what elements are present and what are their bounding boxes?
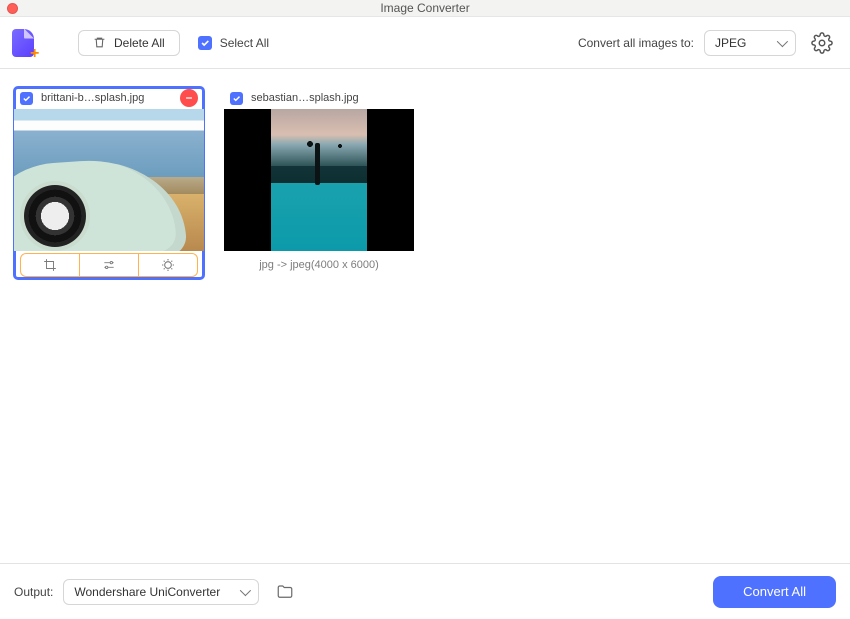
folder-icon xyxy=(276,583,294,601)
gear-icon xyxy=(811,32,833,54)
format-selected-value: JPEG xyxy=(715,36,746,50)
settings-button[interactable] xyxy=(808,29,836,57)
output-destination-select[interactable]: Wondershare UniConverter xyxy=(63,579,259,605)
open-output-folder-button[interactable] xyxy=(273,580,297,604)
crop-icon xyxy=(43,258,57,272)
convert-all-label: Convert All xyxy=(743,584,806,599)
magic-icon xyxy=(160,257,176,273)
remove-card-button[interactable] xyxy=(180,89,198,107)
format-select[interactable]: JPEG xyxy=(704,30,796,56)
convert-to-label: Convert all images to: xyxy=(578,36,694,50)
titlebar: Image Converter xyxy=(0,0,850,17)
add-file-button[interactable]: + xyxy=(12,29,40,57)
output-label: Output: xyxy=(14,585,53,599)
card-filename: sebastian…splash.jpg xyxy=(251,92,408,104)
image-grid: brittani-b…splash.jpg xyxy=(0,69,850,563)
bottombar: Output: Wondershare UniConverter Convert… xyxy=(0,563,850,619)
chevron-down-icon xyxy=(777,35,788,46)
output-destination-value: Wondershare UniConverter xyxy=(74,585,220,599)
close-window-icon[interactable] xyxy=(7,3,18,14)
sliders-icon xyxy=(102,258,116,272)
crop-button[interactable] xyxy=(21,254,80,276)
card-header: sebastian…splash.jpg xyxy=(224,87,414,109)
adjust-button[interactable] xyxy=(80,254,139,276)
window-title: Image Converter xyxy=(380,1,469,15)
delete-all-button[interactable]: Delete All xyxy=(78,30,180,56)
card-checkbox[interactable] xyxy=(230,92,243,105)
card-checkbox[interactable] xyxy=(20,92,33,105)
trash-icon xyxy=(93,36,106,49)
checkbox-checked-icon xyxy=(198,36,212,50)
card-filename: brittani-b…splash.jpg xyxy=(41,92,172,104)
delete-all-label: Delete All xyxy=(114,36,165,50)
card-thumbnail xyxy=(224,109,414,251)
card-actions xyxy=(20,253,198,277)
card-thumbnail xyxy=(14,109,204,251)
select-all-checkbox[interactable]: Select All xyxy=(198,36,269,50)
chevron-down-icon xyxy=(240,584,251,595)
plus-icon: + xyxy=(30,47,44,61)
convert-all-button[interactable]: Convert All xyxy=(713,576,836,608)
toolbar: + Delete All Select All Convert all imag… xyxy=(0,17,850,69)
image-card[interactable]: brittani-b…splash.jpg xyxy=(14,87,204,279)
card-conversion-info: jpg -> jpeg(4000 x 6000) xyxy=(224,251,414,279)
minus-icon xyxy=(184,93,194,103)
image-card[interactable]: sebastian…splash.jpg jpg -> jpeg(4000 x … xyxy=(224,87,414,279)
select-all-label: Select All xyxy=(220,36,269,50)
card-header: brittani-b…splash.jpg xyxy=(14,87,204,109)
effects-button[interactable] xyxy=(139,254,197,276)
